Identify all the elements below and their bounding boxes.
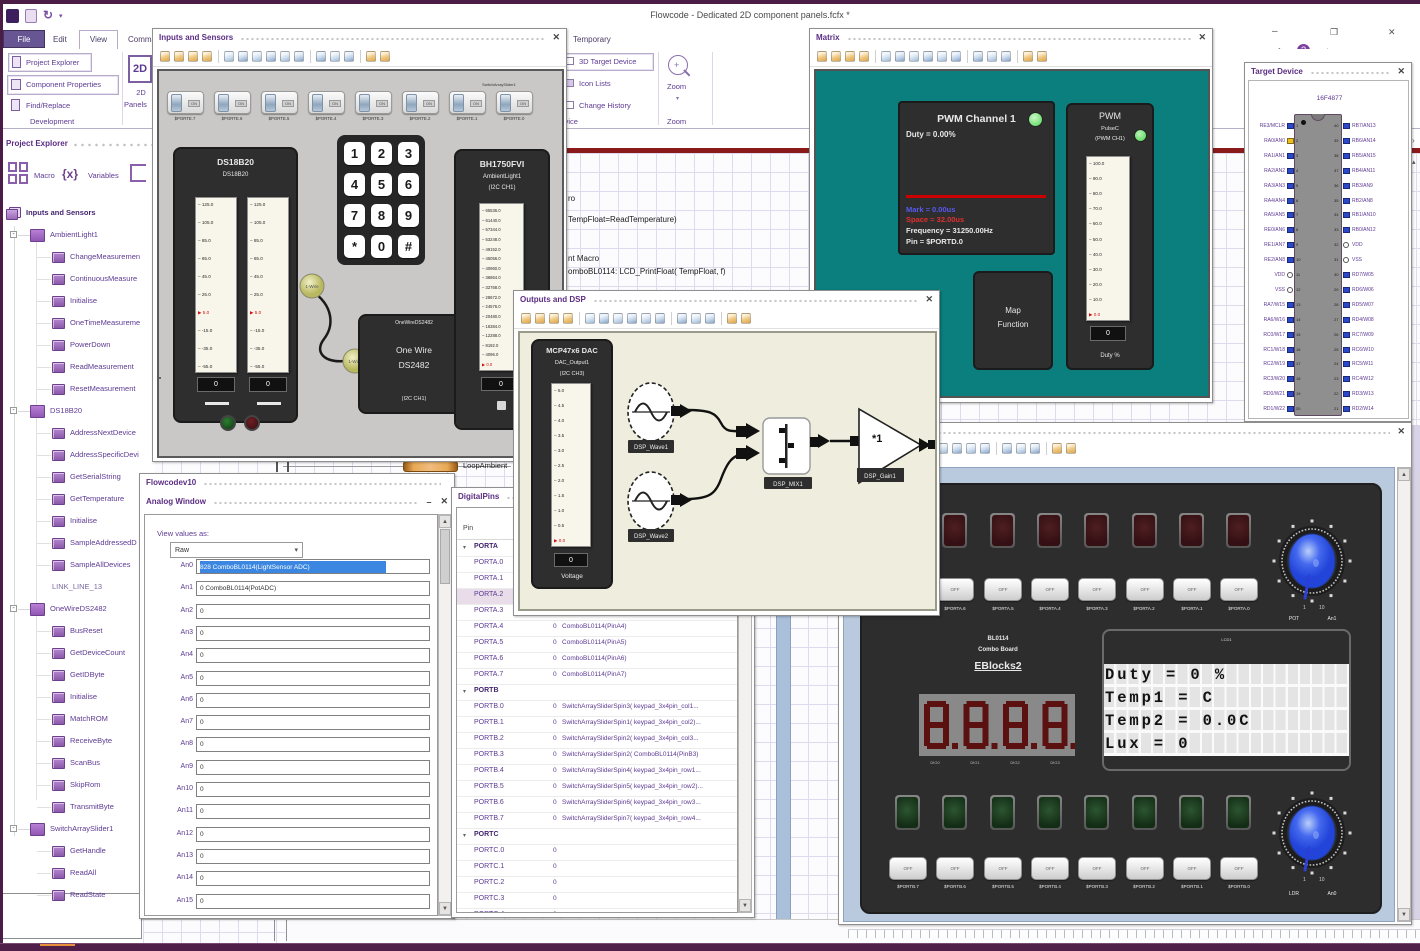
svg-text:*1: *1 (872, 433, 882, 445)
svg-text:10: 10 (1319, 605, 1325, 611)
svg-text:1: 1 (1303, 605, 1306, 611)
svg-text:DSP_Wave2: DSP_Wave2 (634, 534, 669, 540)
svg-text:1-Wire: 1-Wire (305, 284, 319, 289)
svg-text:DSP_MIX1: DSP_MIX1 (773, 482, 803, 488)
svg-text:1: 1 (1303, 877, 1306, 883)
svg-text:DSP_Wave1: DSP_Wave1 (634, 445, 669, 451)
svg-text:DSP_Gain1: DSP_Gain1 (864, 474, 896, 480)
svg-text:10: 10 (1319, 877, 1325, 883)
